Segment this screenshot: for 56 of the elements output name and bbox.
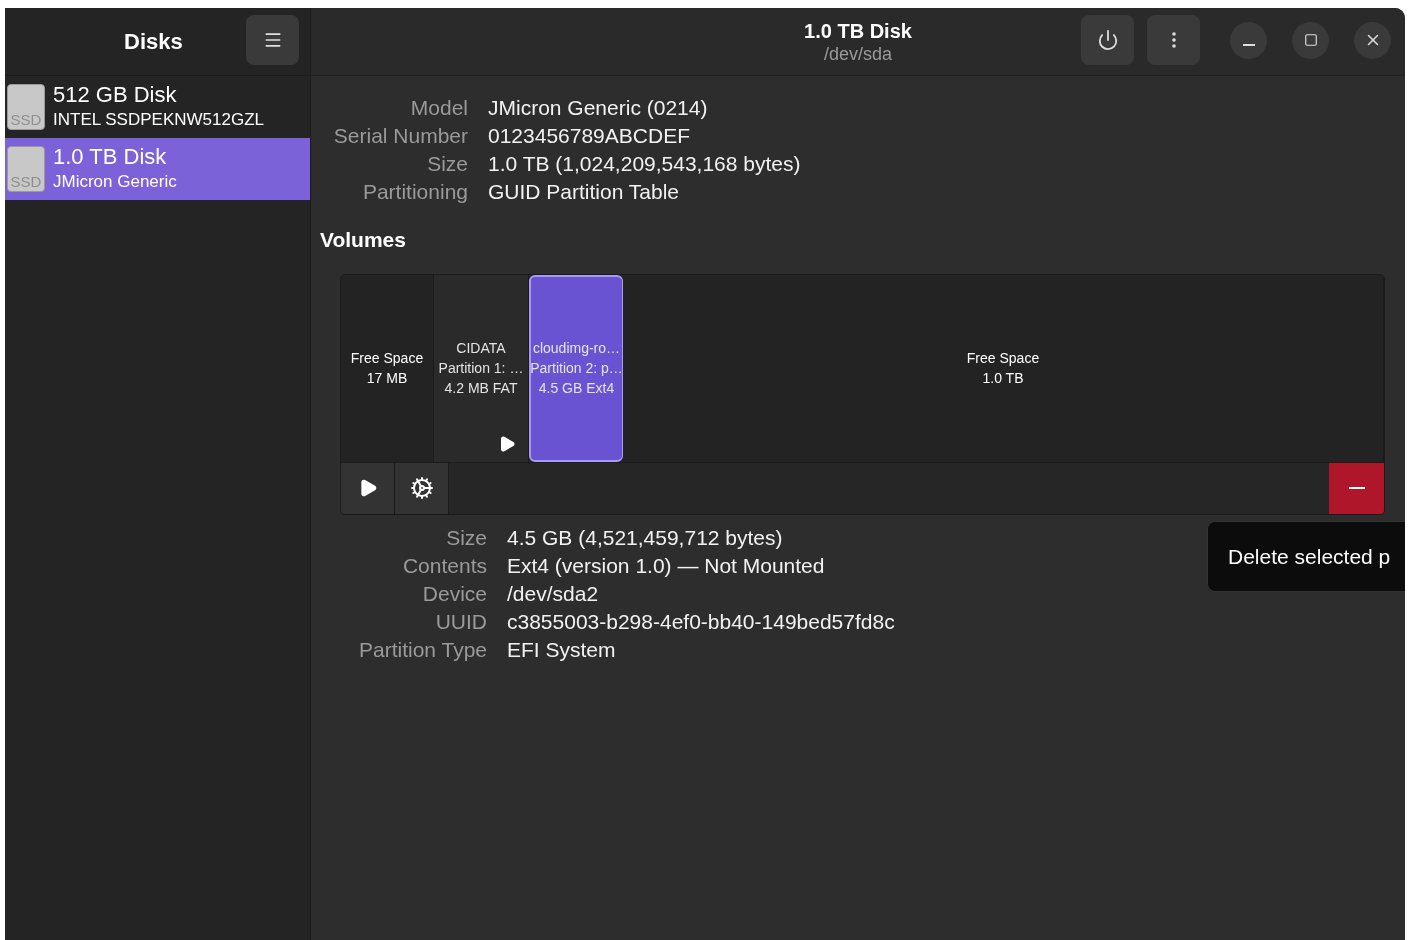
disk-model: INTEL SSDPEKNW512GZL (53, 109, 264, 131)
field-label: Partition Type (357, 636, 487, 663)
segment-label: 4.5 GB Ext4 (538, 379, 615, 398)
field-label: Serial Number (332, 123, 468, 149)
maximize-icon (1303, 33, 1318, 47)
settings-button[interactable] (395, 462, 449, 514)
field-value: Ext4 (version 1.0) — Not Mounted (507, 552, 826, 579)
segment-label: Free Space (350, 349, 424, 368)
segment-label: 17 MB (366, 369, 408, 388)
window-title: 1.0 TB Disk (804, 18, 912, 43)
field-value: 1.0 TB (1,024,209,543,168 bytes) (488, 151, 801, 177)
segment-label: 4.2 MB FAT (444, 379, 518, 398)
play-icon (498, 434, 516, 453)
minus-icon (1348, 487, 1365, 489)
settings-icon (409, 476, 434, 500)
disk-name: 512 GB Disk (53, 82, 178, 107)
more-icon (1171, 32, 1176, 48)
field-value: /dev/sda2 (507, 580, 600, 607)
disk-item[interactable]: SSD 1.0 TB Disk JMicron Generic (5, 138, 310, 200)
power-button[interactable] (1081, 15, 1134, 65)
field-value: c3855003-b298-4ef0-bb40-149bed57fd8c (507, 608, 895, 635)
partition-segment[interactable]: cloudimg-ro… Partition 2: p… 4.5 GB Ext4 (529, 274, 623, 462)
segment-label: 1.0 TB (982, 369, 1024, 388)
field-label: Model (409, 95, 468, 121)
power-icon (1096, 29, 1119, 51)
segment-label: cloudimg-ro… (532, 339, 621, 358)
field-value: JMicron Generic (0214) (488, 95, 709, 121)
close-button[interactable] (1354, 21, 1391, 59)
sidebar-title: Disks (124, 28, 183, 56)
field-label: UUID (434, 608, 487, 635)
disk-item[interactable]: SSD 512 GB Disk INTEL SSDPEKNW512GZL (5, 76, 310, 138)
segment-label: Free Space (966, 349, 1040, 368)
field-value: EFI System (507, 636, 617, 663)
field-value: 4.5 GB (4,521,459,712 bytes) (507, 524, 784, 551)
field-label: Partitioning (361, 179, 468, 205)
section-heading: Volumes (320, 227, 407, 253)
field-label: Size (426, 151, 468, 177)
minimize-icon (1242, 44, 1255, 46)
segment-label: CIDATA (456, 339, 506, 358)
menu-button[interactable] (246, 15, 299, 65)
drive-label: SSD (10, 111, 42, 129)
tooltip-text: Delete selected p (1228, 543, 1391, 570)
disk-name: 1.0 TB Disk (53, 144, 168, 169)
field-label: Size (445, 524, 487, 551)
field-value: 0123456789ABCDEF (488, 123, 691, 149)
field-label: Contents (401, 552, 487, 579)
drive-label: SSD (10, 173, 42, 191)
segment-label: Partition 1: … (438, 359, 524, 378)
disk-model: JMicron Generic (53, 171, 177, 193)
mount-button[interactable] (341, 462, 395, 514)
field-label: Device (421, 580, 487, 607)
partition-segment[interactable]: CIDATA Partition 1: … 4.2 MB FAT (434, 274, 529, 462)
maximize-button[interactable] (1292, 21, 1329, 59)
window-subtitle: /dev/sda (823, 42, 892, 65)
field-value: GUID Partition Table (488, 179, 681, 205)
segment-label: Partition 2: p… (530, 359, 623, 378)
